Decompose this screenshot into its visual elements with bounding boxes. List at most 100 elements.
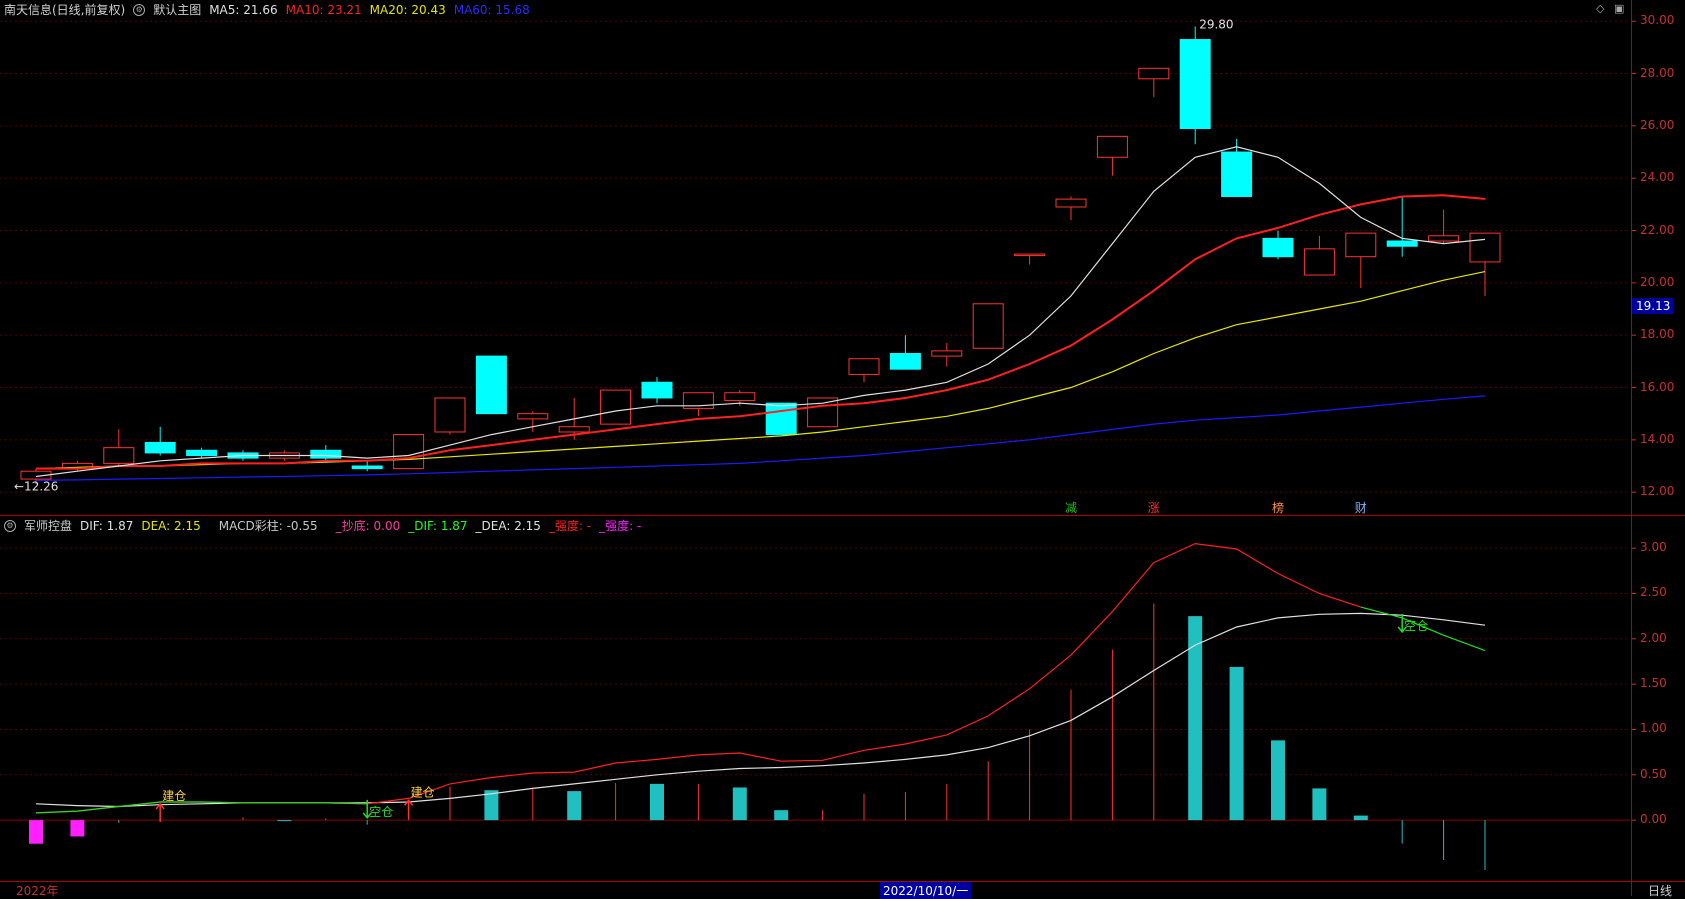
candle[interactable] — [848, 358, 880, 383]
macd-bar — [1312, 788, 1327, 821]
y-tick-label: 16.00 — [1640, 379, 1675, 394]
candle[interactable] — [351, 460, 383, 472]
candle-body-down — [1179, 39, 1211, 129]
signal-label[interactable]: 建仓 — [411, 785, 435, 799]
candle[interactable] — [600, 389, 632, 425]
stock-title[interactable]: 南天信息(日线,前复权) — [4, 1, 125, 18]
candle-body-down — [186, 449, 218, 457]
candle[interactable] — [1345, 232, 1377, 289]
candle[interactable] — [807, 397, 839, 428]
ma60-line — [35, 395, 1486, 481]
main-chart-label[interactable]: 默认主图 — [153, 1, 201, 18]
event-mark[interactable]: 榜 — [1272, 500, 1284, 515]
event-mark[interactable]: 涨 — [1148, 500, 1160, 515]
candle[interactable] — [144, 426, 176, 456]
buy-arrow-icon — [404, 799, 414, 819]
period-label[interactable]: 日线 — [1648, 882, 1672, 899]
macd-bar — [567, 791, 582, 821]
dif2-value: _DIF: 1.87 — [408, 518, 468, 533]
macd-bar — [277, 820, 292, 822]
price-annotation: ←12.26 — [14, 479, 58, 493]
panel-separator[interactable] — [0, 515, 1685, 516]
ma10-line — [36, 194, 1486, 470]
macd-bar — [732, 787, 747, 821]
candle-body-up — [103, 447, 135, 464]
candle[interactable] — [972, 303, 1004, 349]
candle[interactable] — [393, 434, 425, 470]
candle[interactable] — [475, 355, 507, 415]
candle[interactable] — [103, 429, 135, 466]
candlestick-plot[interactable]: 29.80 ←12.26 减 涨 榜 财 — [14, 17, 1501, 515]
ma60-value: MA60: 15.68 — [453, 2, 530, 17]
ma20-line — [35, 271, 1486, 470]
candle[interactable] — [1055, 196, 1087, 221]
candle[interactable] — [1221, 138, 1253, 198]
candle[interactable] — [310, 445, 342, 461]
candle-body-down — [765, 402, 797, 436]
chart-canvas: 29.80←12.26减涨榜财 建仓空仓建仓空仓 — [0, 17, 1636, 870]
event-mark[interactable]: 财 — [1355, 501, 1367, 515]
year-label: 2022年 — [16, 884, 59, 898]
y-tick-label: 1.00 — [1640, 721, 1667, 736]
y-tick-label: 28.00 — [1640, 65, 1675, 80]
candle-body-down — [1262, 237, 1294, 258]
candle[interactable] — [1386, 196, 1418, 257]
dif-value: DIF: 1.87 — [80, 518, 134, 533]
window-toggle-icon[interactable]: ▣ — [1614, 2, 1624, 15]
y-tick-label: 14.00 — [1640, 431, 1675, 446]
candle-body-up — [517, 413, 549, 420]
candle-body-down — [641, 381, 673, 399]
candle-body-up — [724, 392, 756, 402]
candle[interactable] — [1179, 26, 1211, 145]
dea-line — [35, 612, 1486, 808]
macd-indicator-plot[interactable]: 建仓空仓建仓空仓 — [29, 542, 1486, 870]
candle[interactable] — [1014, 253, 1046, 265]
candle-body-down — [351, 465, 383, 470]
signal-label[interactable]: 空仓 — [1404, 619, 1428, 633]
macd-bar — [774, 810, 789, 821]
candle[interactable] — [1096, 135, 1128, 176]
settings-icon[interactable]: ⚙ — [133, 3, 146, 16]
macd-bar — [1188, 616, 1203, 821]
candle[interactable] — [889, 335, 921, 370]
macd-bar — [650, 783, 664, 821]
candle-body-down — [1221, 151, 1253, 198]
candle[interactable] — [1138, 67, 1170, 98]
event-mark[interactable]: 减 — [1065, 501, 1077, 515]
ma5-line — [35, 146, 1486, 478]
signal-label[interactable]: 空仓 — [369, 805, 393, 819]
candle[interactable] — [682, 392, 714, 417]
diamond-icon[interactable]: ◇ — [1596, 2, 1604, 15]
y-tick-label: 1.50 — [1640, 676, 1667, 691]
price-annotation: 29.80 — [1199, 17, 1233, 31]
dea2-value: _DEA: 2.15 — [475, 518, 541, 533]
dea-value: DEA: 2.15 — [141, 518, 201, 533]
candle[interactable] — [1303, 235, 1335, 276]
macd-bar — [70, 820, 85, 837]
candle-body-down — [889, 352, 921, 370]
candle[interactable] — [641, 377, 673, 404]
current-price-tag: 19.13 — [1632, 297, 1675, 314]
y-tick-label: 2.50 — [1640, 585, 1667, 600]
candle[interactable] — [765, 402, 797, 436]
candle-body-up — [1345, 232, 1377, 258]
time-axis-border — [0, 881, 1685, 882]
candle-body-up — [1096, 135, 1128, 158]
candle[interactable] — [186, 447, 218, 459]
candle-body-down — [475, 355, 507, 415]
candle[interactable] — [434, 397, 466, 435]
candle[interactable] — [1469, 232, 1501, 296]
y-tick-label: 0.50 — [1640, 766, 1667, 781]
indicator-grid — [0, 547, 1636, 821]
qiangdu1-value: _强度: - — [548, 519, 592, 533]
indicator-name[interactable]: 军师控盘 — [24, 517, 72, 534]
qiangdu2-value: _强度: - — [599, 519, 642, 533]
signal-label[interactable]: 建仓 — [162, 789, 186, 803]
candle[interactable] — [1428, 209, 1460, 244]
candle-body-up — [1138, 67, 1170, 80]
y-tick-label: 0.00 — [1640, 812, 1667, 827]
dif-line — [35, 542, 1361, 814]
candle[interactable] — [1262, 230, 1294, 260]
settings-icon[interactable]: ⚙ — [4, 519, 16, 532]
candle[interactable] — [931, 343, 963, 367]
